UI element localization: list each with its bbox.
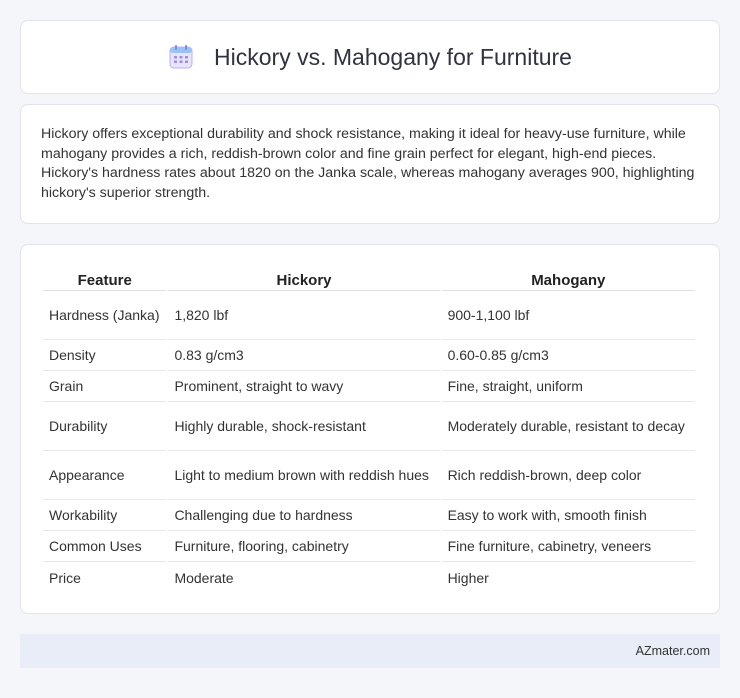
header-mahogany: Mahogany bbox=[441, 265, 695, 291]
footer-brand: AZmater.com bbox=[635, 644, 710, 658]
mahogany-cell: Rich reddish-brown, deep color bbox=[441, 451, 695, 500]
hickory-cell: 0.83 g/cm3 bbox=[168, 340, 440, 371]
summary-card: Hickory offers exceptional durability an… bbox=[20, 104, 720, 224]
page-title: Hickory vs. Mahogany for Furniture bbox=[214, 43, 572, 70]
mahogany-cell: Fine, straight, uniform bbox=[441, 371, 695, 402]
hickory-cell: Highly durable, shock-resistant bbox=[168, 402, 440, 451]
table-row: Workability Challenging due to hardness … bbox=[43, 500, 695, 531]
table-row: Hardness (Janka) 1,820 lbf 900-1,100 lbf bbox=[43, 291, 695, 340]
feature-cell: Density bbox=[43, 340, 167, 371]
feature-cell: Hardness (Janka) bbox=[43, 291, 167, 340]
comparison-table: Feature Hickory Mahogany Hardness (Janka… bbox=[41, 265, 697, 593]
table-row: Grain Prominent, straight to wavy Fine, … bbox=[43, 371, 695, 402]
feature-cell: Workability bbox=[43, 500, 167, 531]
feature-cell: Price bbox=[49, 569, 81, 586]
summary-text: Hickory offers exceptional durability an… bbox=[41, 126, 695, 201]
hickory-cell: Challenging due to hardness bbox=[168, 500, 440, 531]
feature-cell: Grain bbox=[43, 371, 167, 402]
header-feature: Feature bbox=[43, 265, 167, 291]
mahogany-cell: Higher bbox=[447, 569, 489, 586]
header-hickory: Hickory bbox=[168, 265, 440, 291]
calendar-icon bbox=[169, 45, 193, 69]
table-row: Common Uses Furniture, flooring, cabinet… bbox=[43, 531, 695, 562]
table-row: Appearance Light to medium brown with re… bbox=[43, 451, 695, 500]
mahogany-cell: Fine furniture, cabinetry, veneers bbox=[441, 531, 695, 562]
hickory-cell: 1,820 lbf bbox=[168, 291, 440, 340]
feature-cell: Common Uses bbox=[43, 531, 167, 562]
feature-cell: Durability bbox=[43, 402, 167, 451]
table-row: Durability Highly durable, shock-resista… bbox=[43, 402, 695, 451]
mahogany-cell: Easy to work with, smooth finish bbox=[441, 500, 695, 531]
footer: AZmater.com bbox=[20, 634, 720, 668]
comparison-card: Feature Hickory Mahogany Hardness (Janka… bbox=[20, 244, 720, 614]
table-row: Price Moderate Higher bbox=[43, 562, 695, 593]
mahogany-cell: Moderately durable, resistant to decay bbox=[441, 402, 695, 451]
title-wrap: Hickory vs. Mahogany for Furniture bbox=[168, 44, 572, 71]
hickory-cell: Prominent, straight to wavy bbox=[168, 371, 440, 402]
hickory-cell: Light to medium brown with reddish hues bbox=[168, 451, 440, 500]
feature-cell: Appearance bbox=[43, 451, 167, 500]
hickory-cell: Moderate bbox=[174, 569, 234, 586]
mahogany-cell: 0.60-0.85 g/cm3 bbox=[441, 340, 695, 371]
table-header-row: Feature Hickory Mahogany bbox=[43, 265, 695, 291]
table-row: Density 0.83 g/cm3 0.60-0.85 g/cm3 bbox=[43, 340, 695, 371]
hickory-cell: Furniture, flooring, cabinetry bbox=[168, 531, 440, 562]
header-card: Hickory vs. Mahogany for Furniture bbox=[20, 20, 720, 94]
mahogany-cell: 900-1,100 lbf bbox=[441, 291, 695, 340]
